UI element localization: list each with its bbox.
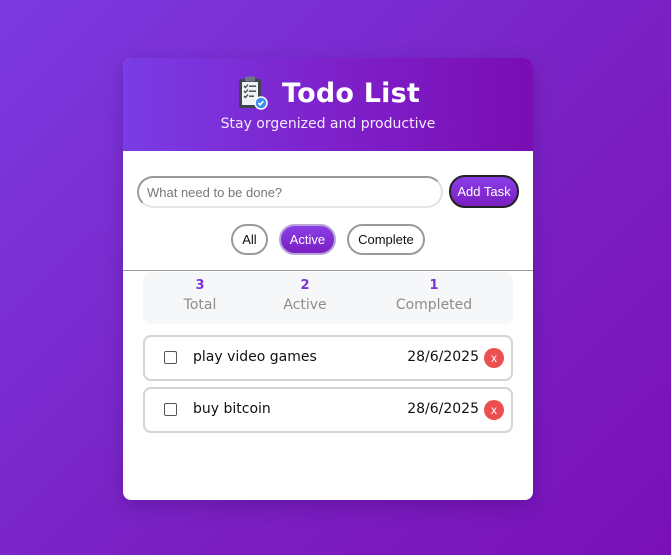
filter-complete-button[interactable]: Complete <box>347 224 425 255</box>
todo-card: Todo List Stay orgenized and productive … <box>123 58 533 500</box>
stat-completed-count: 1 <box>429 278 439 293</box>
divider <box>123 270 533 271</box>
stat-active: 2 Active <box>282 278 328 313</box>
stat-completed: 1 Completed <box>393 278 475 313</box>
filter-all-button[interactable]: All <box>231 224 268 255</box>
task-checkbox[interactable] <box>164 403 177 416</box>
stat-active-count: 2 <box>300 278 310 293</box>
task-text: play video games <box>193 349 317 365</box>
stat-total: 3 Total <box>179 278 221 313</box>
task-item: play video games 28/6/2025 x <box>143 335 513 381</box>
clipboard-check-icon <box>236 75 268 111</box>
filter-active-button[interactable]: Active <box>278 224 337 255</box>
task-item: buy bitcoin 28/6/2025 x <box>143 387 513 433</box>
task-date: 28/6/2025 <box>407 349 479 365</box>
task-checkbox[interactable] <box>164 351 177 364</box>
task-date: 28/6/2025 <box>407 401 479 417</box>
stat-completed-label: Completed <box>395 297 473 313</box>
app-title: Todo List <box>282 77 420 109</box>
add-task-row: Add Task <box>137 175 519 209</box>
delete-task-button[interactable]: x <box>484 348 504 368</box>
stat-active-label: Active <box>283 297 327 313</box>
task-text: buy bitcoin <box>193 401 271 417</box>
stat-total-count: 3 <box>195 278 205 293</box>
task-input[interactable] <box>137 176 443 208</box>
app-subtitle: Stay orgenized and productive <box>220 116 436 132</box>
stat-total-label: Total <box>183 297 217 313</box>
delete-task-button[interactable]: x <box>484 400 504 420</box>
stats-panel: 3 Total 2 Active 1 Completed <box>143 272 513 324</box>
add-task-button[interactable]: Add Task <box>449 175 519 208</box>
title-row: Todo List <box>123 75 533 111</box>
card-header: Todo List Stay orgenized and productive <box>123 58 533 151</box>
filter-bar: All Active Complete <box>123 224 533 255</box>
